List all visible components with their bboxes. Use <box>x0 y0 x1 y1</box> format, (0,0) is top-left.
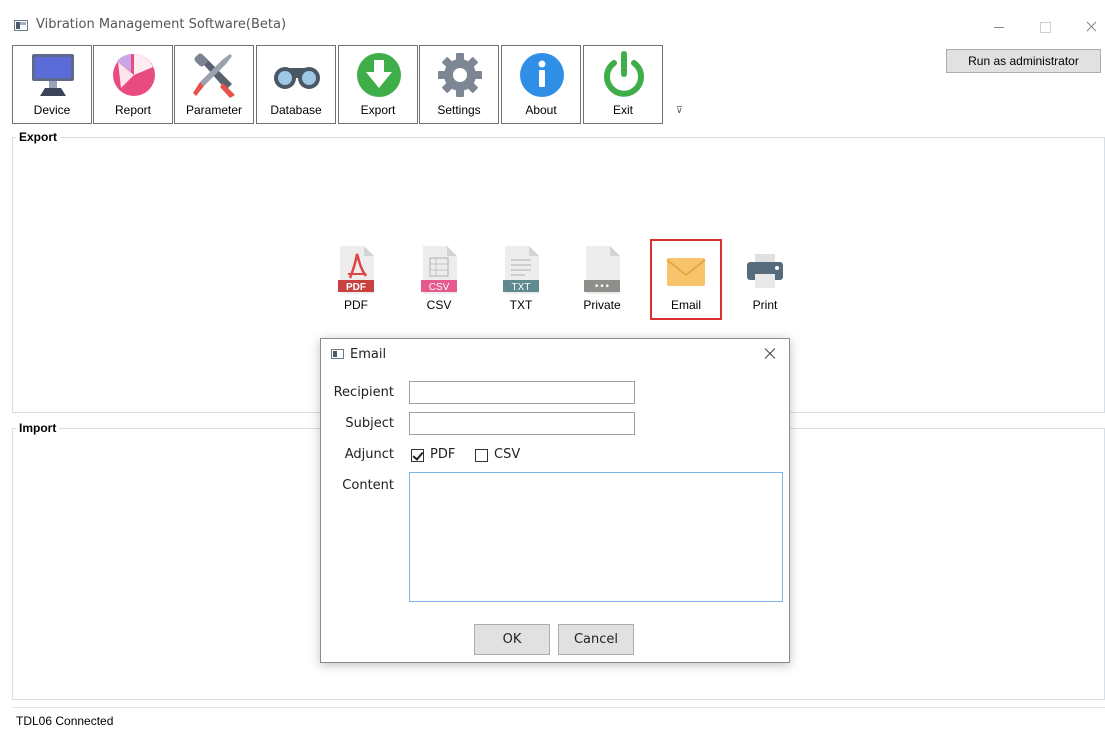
export-txt-label: TXT <box>509 298 533 312</box>
recipient-input[interactable] <box>409 381 635 404</box>
gear-icon <box>438 53 482 97</box>
about-label: About <box>525 103 557 117</box>
export-button[interactable]: Export <box>338 45 418 124</box>
ok-button[interactable]: OK <box>474 624 550 655</box>
subject-label: Subject <box>345 416 394 431</box>
export-email-label: Email <box>670 298 701 312</box>
report-label: Report <box>114 103 152 117</box>
pdf-file-icon: PDF <box>338 246 374 294</box>
status-divider <box>12 707 1105 708</box>
import-group-title: Import <box>16 421 60 435</box>
app-icon <box>14 20 28 31</box>
binoculars-icon <box>274 67 320 89</box>
private-tag: ••• <box>594 282 610 292</box>
csv-tag: CSV <box>429 282 450 293</box>
power-icon <box>604 51 644 97</box>
window-title: Vibration Management Software(Beta) <box>36 17 287 32</box>
pie-chart-icon <box>113 54 155 96</box>
dialog-title: Email <box>350 347 387 362</box>
database-label: Database <box>270 103 322 117</box>
export-txt-button[interactable]: TXT TXT <box>491 242 551 320</box>
export-csv-label: CSV <box>426 298 452 312</box>
recipient-label: Recipient <box>333 385 394 400</box>
export-private-button[interactable]: ••• Private <box>572 242 632 320</box>
pdf-tag: PDF <box>346 282 366 293</box>
settings-button[interactable]: Settings <box>419 45 499 124</box>
device-label: Device <box>33 103 71 117</box>
cancel-button[interactable]: Cancel <box>558 624 634 655</box>
dialog-close-icon[interactable] <box>761 345 779 363</box>
export-pdf-button[interactable]: PDF PDF <box>326 242 386 320</box>
export-print-label: Print <box>752 298 778 312</box>
subject-input[interactable] <box>409 412 635 435</box>
csv-checkbox-label: CSV <box>494 447 521 462</box>
exit-button[interactable]: Exit <box>583 45 663 124</box>
adjunct-label: Adjunct <box>344 447 394 462</box>
minimize-button[interactable] <box>984 16 1014 38</box>
tools-icon <box>193 53 235 98</box>
device-button[interactable]: Device <box>12 45 92 124</box>
private-file-icon: ••• <box>584 246 620 294</box>
info-icon <box>520 53 564 97</box>
export-email-button[interactable]: Email <box>656 242 716 320</box>
export-group-title: Export <box>16 130 61 144</box>
email-dialog: Email Recipient Subject Adjunct PDF CSV … <box>320 338 790 663</box>
report-button[interactable]: Report <box>93 45 173 124</box>
maximize-button[interactable] <box>1030 16 1060 38</box>
exit-label: Exit <box>612 103 633 117</box>
run-as-admin-button[interactable]: Run as administrator <box>946 49 1101 73</box>
dialog-app-icon <box>331 349 344 359</box>
settings-label: Settings <box>437 103 481 117</box>
csv-file-icon: CSV <box>421 246 457 294</box>
title-bar: Vibration Management Software(Beta) <box>0 10 1105 40</box>
export-private-label: Private <box>583 298 621 312</box>
close-window-button[interactable] <box>1076 16 1105 38</box>
printer-icon <box>747 254 783 288</box>
txt-file-icon: TXT <box>503 246 539 294</box>
database-button[interactable]: Database <box>256 45 336 124</box>
txt-tag: TXT <box>512 282 531 293</box>
content-textarea[interactable] <box>409 472 783 602</box>
csv-checkbox-box[interactable] <box>475 449 488 462</box>
pdf-checkbox-label: PDF <box>430 447 456 462</box>
content-label: Content <box>342 478 394 493</box>
export-print-button[interactable]: Print <box>735 242 795 320</box>
monitor-icon <box>32 54 74 96</box>
status-text: TDL06 Connected <box>16 714 114 728</box>
download-icon <box>357 53 401 97</box>
parameter-label: Parameter <box>185 103 243 117</box>
envelope-icon <box>666 258 706 286</box>
parameter-button[interactable]: Parameter <box>174 45 254 124</box>
toolbar-overflow-icon[interactable]: ⊽ <box>676 105 683 116</box>
export-label: Export <box>360 103 396 117</box>
about-button[interactable]: About <box>501 45 581 124</box>
export-csv-button[interactable]: CSV CSV <box>409 242 469 320</box>
export-pdf-label: PDF <box>344 298 368 312</box>
pdf-checkbox-box[interactable] <box>411 449 424 462</box>
